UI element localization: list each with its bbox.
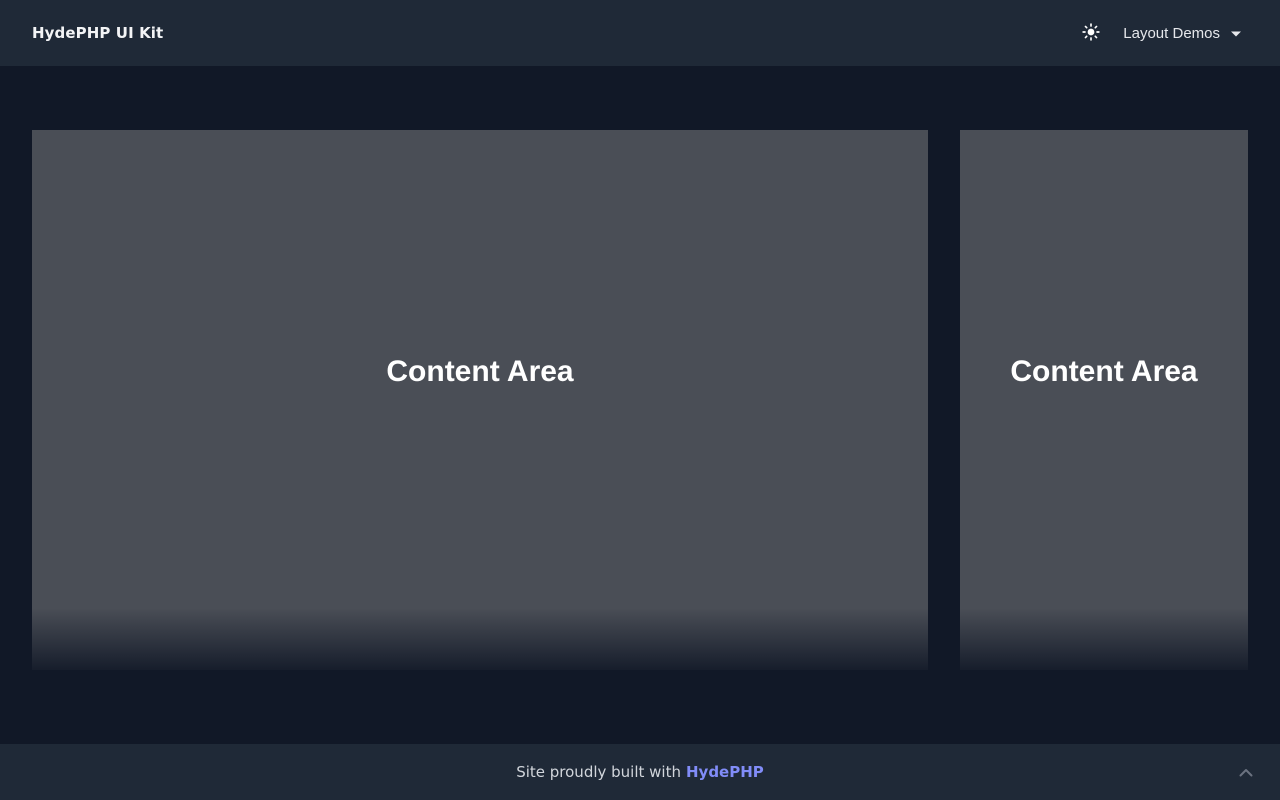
- main-content: Content Area Content Area: [0, 66, 1280, 744]
- side-content-area: Content Area: [960, 130, 1248, 670]
- caret-down-icon: [1230, 25, 1242, 42]
- side-content-area-label: Content Area: [1010, 355, 1198, 388]
- main-content-area-label: Content Area: [386, 355, 574, 388]
- dropdown-label: Layout Demos: [1123, 24, 1220, 42]
- navbar-actions: Layout Demos: [1077, 19, 1242, 47]
- navbar: HydePHP UI Kit Layout Demos: [0, 0, 1280, 66]
- site-footer: Site proudly built with HydePHP: [0, 744, 1280, 800]
- sun-icon: [1082, 22, 1100, 44]
- back-to-top-button[interactable]: [1236, 762, 1256, 782]
- layout-demos-dropdown[interactable]: Layout Demos: [1123, 21, 1242, 46]
- chevron-up-icon: [1239, 765, 1253, 780]
- main-content-area: Content Area: [32, 130, 928, 670]
- hydephp-link[interactable]: HydePHP: [686, 763, 764, 781]
- theme-toggle-button[interactable]: [1077, 19, 1105, 47]
- site-brand-link[interactable]: HydePHP UI Kit: [32, 24, 163, 42]
- footer-text: Site proudly built with: [516, 763, 681, 781]
